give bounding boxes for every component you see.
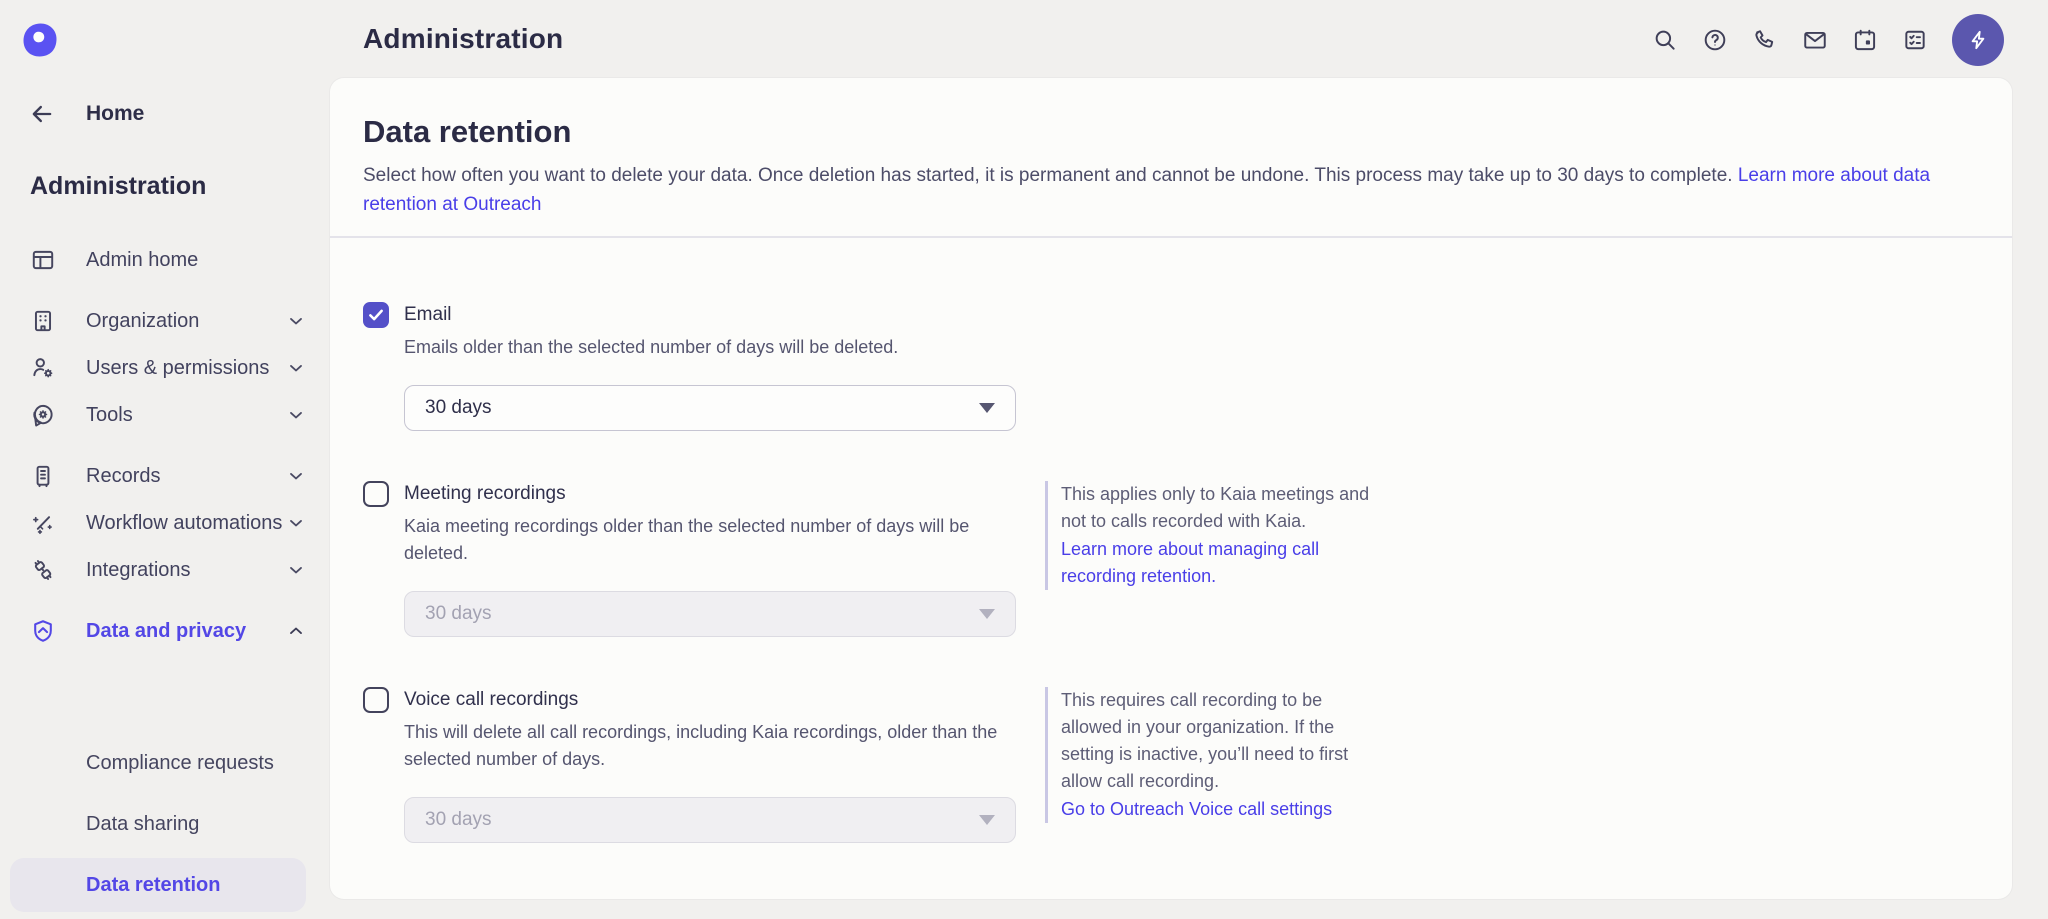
- meeting-recordings-note: This applies only to Kaia meetings and n…: [1045, 481, 1381, 590]
- setting-row-email: Email Emails older than the selected num…: [363, 302, 1962, 431]
- voice-call-recordings-checkbox[interactable]: [363, 687, 389, 713]
- sidebar-item-label: Data and privacy: [86, 617, 246, 646]
- quick-actions-button[interactable]: [1952, 14, 2004, 66]
- shield-icon: [30, 618, 56, 644]
- admin-home-icon: [30, 247, 56, 273]
- mail-icon[interactable]: [1802, 27, 1828, 53]
- chevron-down-icon[interactable]: [286, 560, 306, 580]
- sidebar: Home Administration Admin home Organizat…: [0, 0, 330, 917]
- search-icon[interactable]: [1652, 27, 1678, 53]
- dropdown-value: 30 days: [425, 603, 492, 625]
- sidebar-item-label: Workflow automations: [86, 509, 282, 538]
- chat-gear-icon: [30, 402, 56, 428]
- chevron-down-icon[interactable]: [286, 358, 306, 378]
- user-gear-icon: [30, 355, 56, 381]
- chevron-down-icon[interactable]: [286, 311, 306, 331]
- sidebar-title: Administration: [30, 172, 206, 201]
- setting-label-voice-call-recordings: Voice call recordings: [404, 687, 1016, 713]
- setting-label-email: Email: [404, 302, 1016, 328]
- sidebar-subitem-compliance-requests[interactable]: Compliance requests: [30, 736, 306, 790]
- page-description: Select how often you want to delete your…: [363, 161, 1963, 219]
- voice-retention-dropdown[interactable]: 30 days: [404, 797, 1016, 843]
- sidebar-item-workflow-automations[interactable]: Workflow automations: [30, 509, 306, 538]
- sidebar-item-label: Organization: [86, 307, 199, 336]
- settings-list: Email Emails older than the selected num…: [330, 238, 2012, 843]
- sidebar-item-tools[interactable]: Tools: [30, 401, 306, 430]
- header-toolbar: [1652, 27, 2004, 66]
- setting-row-meeting-recordings: Meeting recordings Kaia meeting recordin…: [363, 481, 1962, 637]
- email-checkbox[interactable]: [363, 302, 389, 328]
- meeting-retention-dropdown[interactable]: 30 days: [404, 591, 1016, 637]
- records-icon: [30, 463, 56, 489]
- wand-icon: [30, 510, 56, 536]
- dropdown-value: 30 days: [425, 397, 492, 419]
- chevron-down-icon[interactable]: [286, 513, 306, 533]
- phone-icon[interactable]: [1752, 27, 1778, 53]
- outreach-voice-call-settings-link[interactable]: Go to Outreach Voice call settings: [1061, 796, 1381, 823]
- email-retention-dropdown[interactable]: 30 days: [404, 385, 1016, 431]
- meeting-recordings-checkbox[interactable]: [363, 481, 389, 507]
- sidebar-item-label: Records: [86, 462, 160, 491]
- sidebar-item-users-permissions[interactable]: Users & permissions: [30, 354, 306, 383]
- back-arrow-icon: [28, 100, 56, 128]
- sidebar-subitem-data-retention[interactable]: Data retention: [10, 858, 306, 912]
- caret-down-icon: [979, 815, 995, 825]
- setting-desc-meeting-recordings: Kaia meeting recordings older than the s…: [404, 513, 1016, 567]
- setting-row-voice-call-recordings: Voice call recordings This will delete a…: [363, 687, 1962, 843]
- sidebar-subnav: Compliance requests Data sharing Data re…: [30, 736, 306, 919]
- building-icon: [30, 308, 56, 334]
- sidebar-item-label: Admin home: [86, 246, 198, 275]
- back-label: Home: [86, 102, 144, 126]
- app-header-title: Administration: [363, 23, 563, 55]
- tasks-icon[interactable]: [1902, 27, 1928, 53]
- sidebar-item-admin-home[interactable]: Admin home: [30, 246, 306, 275]
- setting-desc-email: Emails older than the selected number of…: [404, 334, 1016, 361]
- sidebar-back-home[interactable]: Home: [28, 100, 144, 128]
- managing-call-recording-retention-link[interactable]: Learn more about managing call recording…: [1061, 536, 1381, 590]
- lightning-icon: [1965, 27, 1991, 53]
- sidebar-subitem-data-sharing[interactable]: Data sharing: [30, 797, 306, 851]
- chevron-down-icon[interactable]: [286, 405, 306, 425]
- voice-call-recordings-note: This requires call recording to be allow…: [1045, 687, 1381, 823]
- chevron-down-icon[interactable]: [286, 466, 306, 486]
- dropdown-value: 30 days: [425, 809, 492, 831]
- page-title: Data retention: [363, 114, 1962, 150]
- plug-icon: [30, 557, 56, 583]
- sidebar-item-organization[interactable]: Organization: [30, 307, 306, 336]
- sidebar-item-records[interactable]: Records: [30, 462, 306, 491]
- setting-label-meeting-recordings: Meeting recordings: [404, 481, 1016, 507]
- sidebar-item-label: Integrations: [86, 556, 191, 585]
- sidebar-nav: Admin home Organization: [30, 246, 306, 678]
- check-icon: [367, 306, 385, 324]
- sidebar-item-label: Users & permissions: [86, 354, 269, 383]
- calendar-icon[interactable]: [1852, 27, 1878, 53]
- help-icon[interactable]: [1702, 27, 1728, 53]
- chevron-up-icon[interactable]: [286, 621, 306, 641]
- sidebar-item-label: Tools: [86, 401, 133, 430]
- setting-desc-voice-call-recordings: This will delete all call recordings, in…: [404, 719, 1016, 773]
- sidebar-item-integrations[interactable]: Integrations: [30, 556, 306, 585]
- data-retention-panel: Data retention Select how often you want…: [330, 78, 2012, 899]
- sidebar-item-data-and-privacy[interactable]: Data and privacy: [30, 617, 306, 646]
- caret-down-icon: [979, 609, 995, 619]
- caret-down-icon: [979, 403, 995, 413]
